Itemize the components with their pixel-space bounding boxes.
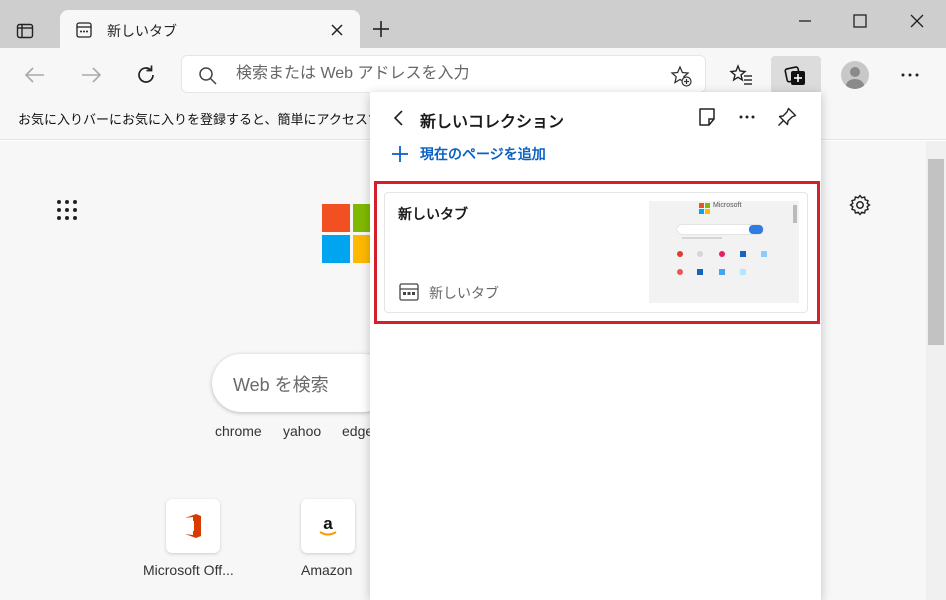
search-suggestion[interactable]: yahoo <box>283 423 321 439</box>
collections-icon <box>784 66 805 85</box>
scrollbar-thumb[interactable] <box>928 159 944 345</box>
tab-new-tab[interactable]: 新しいタブ <box>60 10 360 48</box>
collection-title[interactable]: 新しいコレクション <box>420 108 564 132</box>
tab-actions-icon <box>16 23 34 39</box>
web-search-placeholder: Web を検索 <box>233 375 329 395</box>
app-launcher-icon[interactable] <box>56 199 78 221</box>
tab-title: 新しいタブ <box>107 24 177 40</box>
amazon-icon: a <box>319 514 337 536</box>
tab-actions-button[interactable] <box>12 18 38 44</box>
page-thumbnail: Microsoft <box>649 201 799 303</box>
address-input[interactable] <box>236 61 656 87</box>
svg-text:a: a <box>323 514 333 533</box>
person-icon <box>846 67 864 89</box>
add-current-page-button[interactable]: 現在のページを追加 <box>390 144 546 164</box>
collections-button[interactable] <box>771 56 821 96</box>
collection-item-title: 新しいタブ <box>398 207 468 223</box>
add-note-icon[interactable] <box>696 106 718 128</box>
close-tab-icon[interactable] <box>328 21 346 39</box>
more-options-icon[interactable] <box>897 62 923 88</box>
back-icon[interactable] <box>22 62 48 88</box>
collections-panel: 新しいコレクション 現在のページを追加 新しいタブ 新しいタブ Microsof… <box>370 92 821 600</box>
forward-icon[interactable] <box>78 62 104 88</box>
add-current-page-label: 現在のページを追加 <box>420 147 546 163</box>
new-tab-page-icon <box>76 22 92 38</box>
search-suggestion[interactable]: chrome <box>215 423 262 439</box>
new-tab-plus-icon[interactable] <box>370 18 392 40</box>
favorites-bar-message: お気に入りバーにお気に入りを登録すると、簡単にアクセスで <box>18 113 373 128</box>
plus-icon <box>392 146 408 162</box>
quick-link-amazon[interactable]: a <box>301 499 355 553</box>
quick-link-label: Amazon <box>301 562 353 578</box>
back-chevron-icon[interactable] <box>390 109 408 127</box>
new-tab-source-icon <box>399 283 419 301</box>
thumbnail-brand: Microsoft <box>713 202 742 209</box>
page-scrollbar[interactable] <box>926 141 946 600</box>
window-close-icon[interactable] <box>906 10 928 32</box>
quick-link-office[interactable] <box>166 499 220 553</box>
web-search-box[interactable]: Web を検索 <box>212 354 392 412</box>
profile-avatar[interactable] <box>841 61 869 89</box>
search-suggestion[interactable]: edge <box>342 423 373 439</box>
collection-more-icon[interactable] <box>736 106 758 128</box>
collection-item-source: 新しいタブ <box>429 286 499 302</box>
quick-link-label: Microsoft Off... <box>143 562 234 578</box>
collection-item-card[interactable]: 新しいタブ 新しいタブ Microsoft <box>384 192 808 313</box>
minimize-icon[interactable] <box>794 10 816 32</box>
pin-icon[interactable] <box>776 106 798 128</box>
add-favorite-star-icon[interactable] <box>670 65 692 87</box>
favorites-icon[interactable] <box>729 62 755 88</box>
office-icon <box>185 514 201 538</box>
refresh-icon[interactable] <box>133 62 159 88</box>
search-icon <box>199 67 217 85</box>
maximize-icon[interactable] <box>849 10 871 32</box>
title-bar: 新しいタブ <box>0 0 946 48</box>
settings-gear-icon[interactable] <box>848 193 872 217</box>
address-bar[interactable] <box>181 55 706 93</box>
